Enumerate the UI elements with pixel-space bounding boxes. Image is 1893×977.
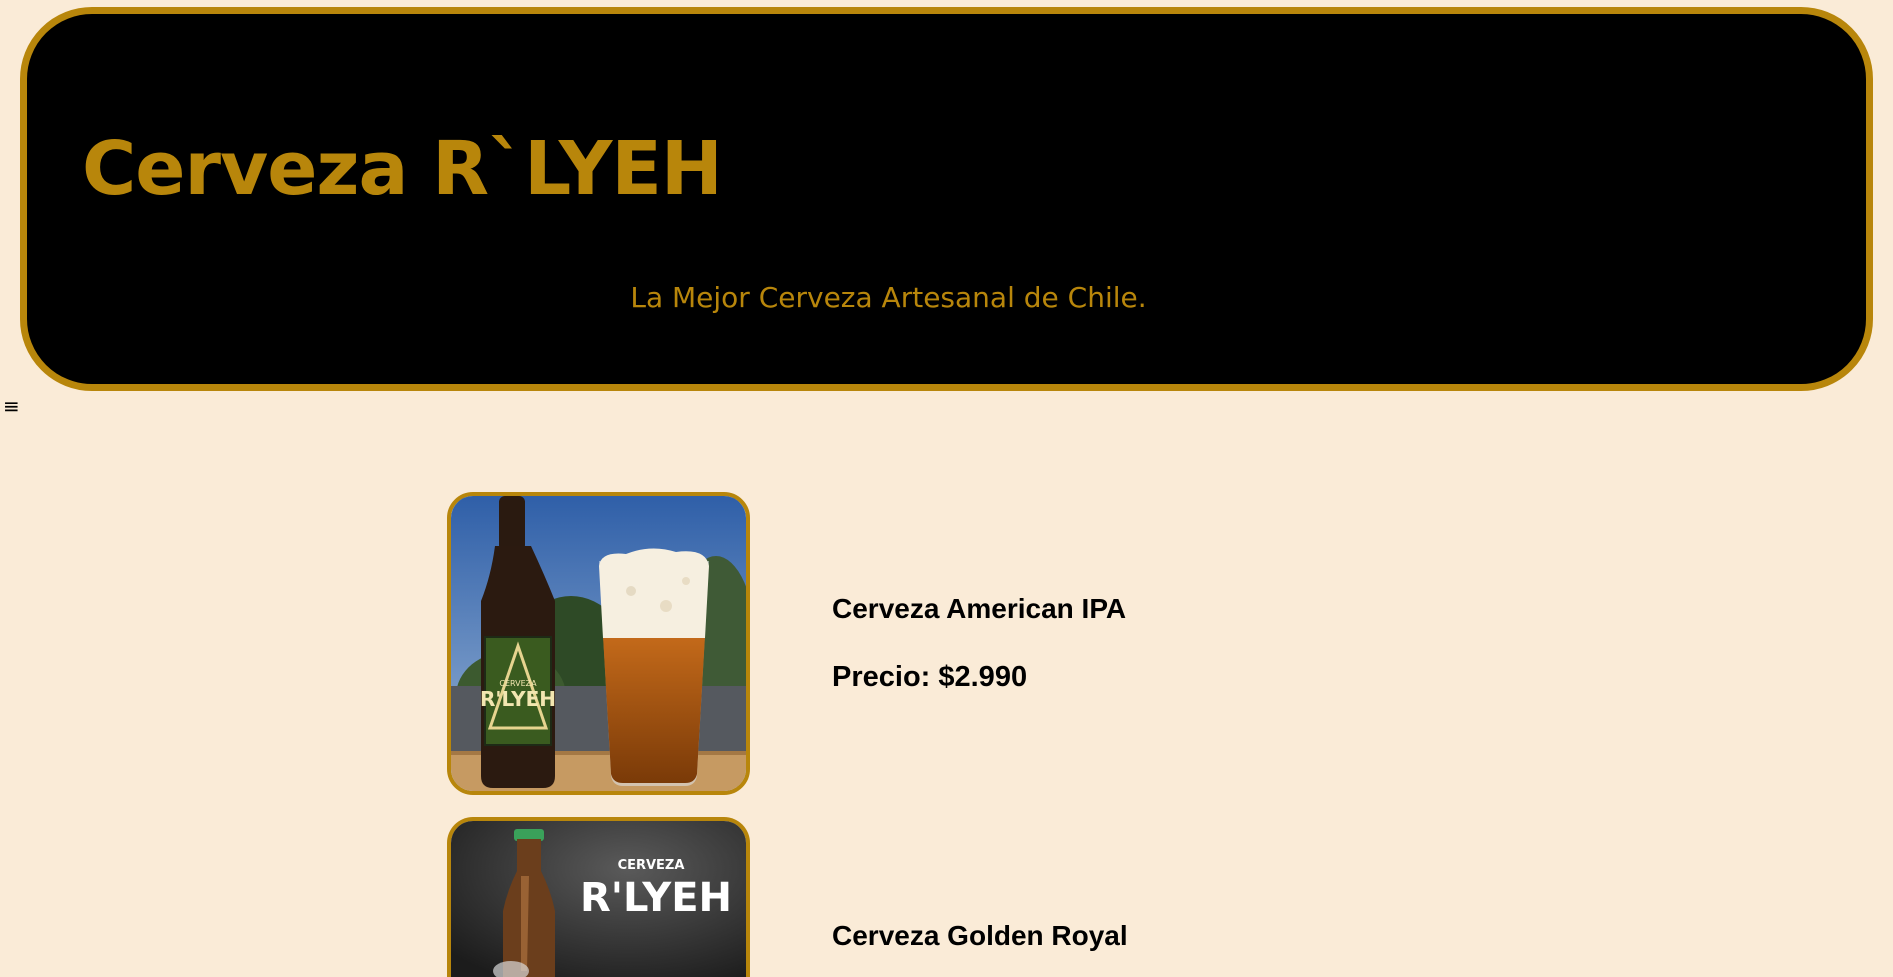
product-image-golden-royal[interactable]: CERVEZA R'LYEH <box>447 817 750 977</box>
product-name: Cerveza American IPA <box>832 593 1127 624</box>
bottle-label-brand: R'LYEH <box>480 687 556 711</box>
site-tagline: La Mejor Cerveza Artesanal de Chile. <box>630 281 1147 314</box>
product-name: Cerveza Golden Royal <box>832 920 1128 951</box>
site-title: Cerveza R`LYEH <box>82 126 723 212</box>
site-header: Cerveza R`LYEH La Mejor Cerveza Artesana… <box>20 7 1873 391</box>
product-image-american-ipa[interactable]: CERVEZA R'LYEH <box>447 492 750 795</box>
hamburger-menu-icon[interactable]: ≡ <box>3 396 20 416</box>
product-card: CERVEZA R'LYEH Cerveza American IPA Prec… <box>447 492 1447 795</box>
beer-bottle-and-glass-photo: CERVEZA R'LYEH <box>451 496 746 791</box>
product-card: CERVEZA R'LYEH Cerveza Golden Royal <box>447 817 1447 977</box>
product-price: Precio: $2.990 <box>832 661 1028 693</box>
brand-label: R'LYEH <box>580 875 732 921</box>
brand-label-top: CERVEZA <box>618 858 685 873</box>
